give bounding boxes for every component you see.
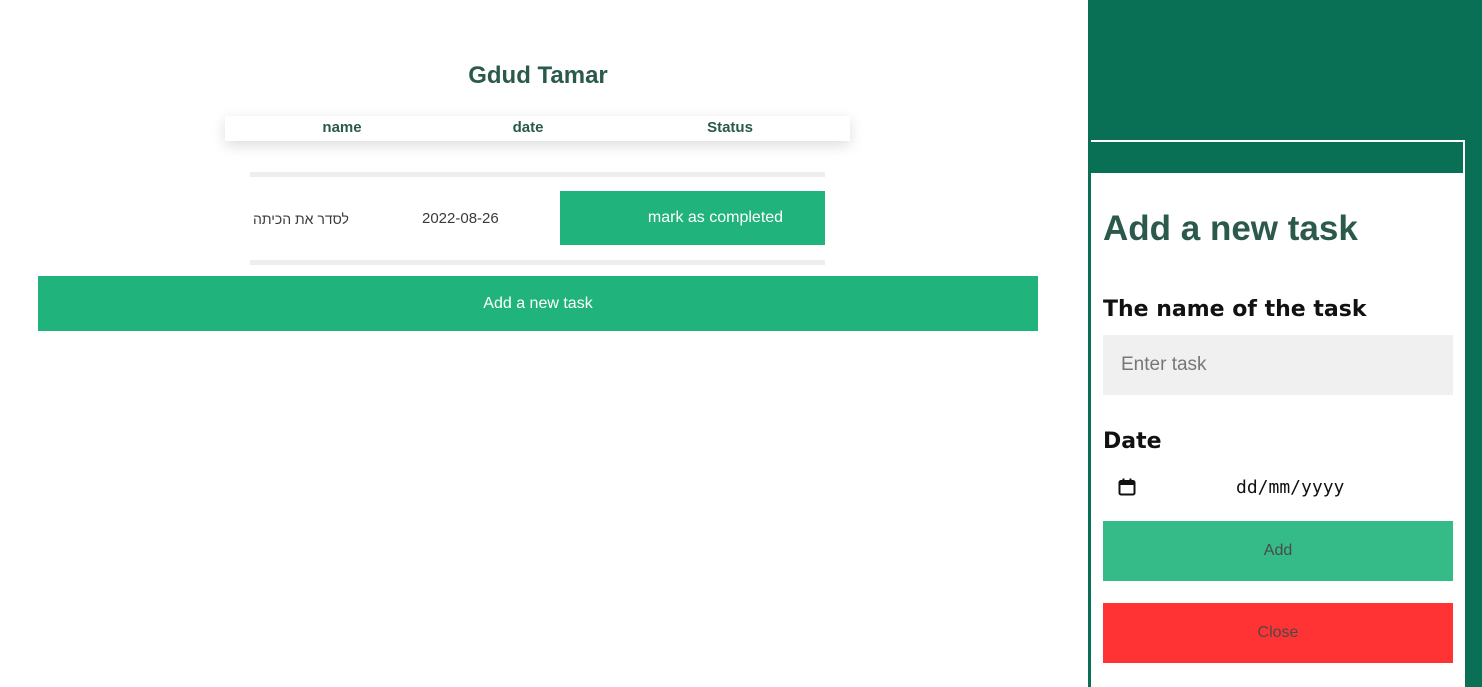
mark-as-completed-button[interactable]: mark as completed xyxy=(560,191,825,245)
task-name: לסדר את הכיתה xyxy=(253,211,349,227)
task-date: 2022-08-26 xyxy=(422,210,499,227)
task-name-input[interactable] xyxy=(1103,335,1453,395)
date-input[interactable]: dd/mm/yyyy xyxy=(1103,465,1453,509)
date-placeholder: dd/mm/yyyy xyxy=(1236,477,1345,498)
date-label: Date xyxy=(1103,429,1162,454)
task-name-label: The name of the task xyxy=(1103,297,1367,322)
add-new-task-button[interactable]: Add a new task xyxy=(38,276,1038,331)
add-task-modal: Add a new task The name of the task Date… xyxy=(1089,138,1467,687)
close-button[interactable]: Close xyxy=(1103,603,1453,663)
column-header-name: name xyxy=(322,119,362,136)
modal-header-bar xyxy=(1091,140,1465,173)
row-divider xyxy=(250,260,825,265)
side-panel: Add a new task The name of the task Date… xyxy=(1088,0,1482,687)
app-page: Gdud Tamar name date Status לסדר את הכית… xyxy=(0,0,1482,687)
table-header: name date Status xyxy=(225,116,850,141)
calendar-icon[interactable] xyxy=(1118,478,1136,496)
column-header-date: date xyxy=(512,119,544,136)
table-row: לסדר את הכיתה 2022-08-26 mark as complet… xyxy=(250,177,825,260)
modal-title: Add a new task xyxy=(1103,209,1358,248)
page-title: Gdud Tamar xyxy=(468,62,608,89)
add-button[interactable]: Add xyxy=(1103,521,1453,581)
column-header-status: Status xyxy=(707,119,753,136)
